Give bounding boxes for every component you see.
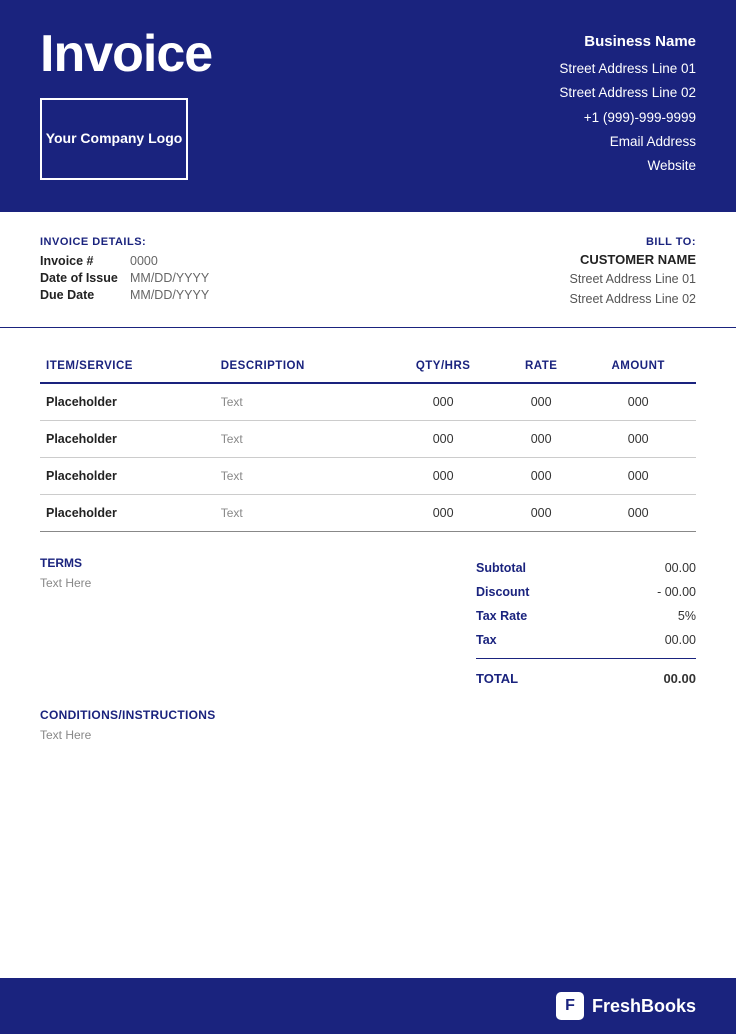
discount-value: - 00.00 (657, 585, 696, 599)
invoice-num-value: 0000 (130, 254, 158, 268)
invoice-details-label: INVOICE DETAILS: (40, 236, 209, 248)
row-amount: 000 (580, 383, 696, 421)
table-row: Placeholder Text 000 000 000 (40, 421, 696, 458)
tax-value: 00.00 (665, 633, 696, 647)
subtotal-row: Subtotal 00.00 (476, 556, 696, 580)
terms-block: TERMS Text Here (40, 556, 456, 590)
row-item: Placeholder (40, 458, 215, 495)
invoice-num-label: Invoice # (40, 254, 130, 268)
bill-address-line1: Street Address Line 01 (570, 269, 696, 289)
col-header-amount: AMOUNT (580, 352, 696, 383)
row-desc: Text (215, 495, 385, 532)
row-item: Placeholder (40, 421, 215, 458)
header-right: Business Name Street Address Line 01 Str… (559, 28, 696, 178)
bill-to-block: BILL TO: CUSTOMER NAME Street Address Li… (570, 236, 696, 309)
totals-block: Subtotal 00.00 Discount - 00.00 Tax Rate… (476, 556, 696, 688)
table-row: Placeholder Text 000 000 000 (40, 458, 696, 495)
address-line1: Street Address Line 01 (559, 57, 696, 81)
due-value: MM/DD/YYYY (130, 288, 209, 302)
row-qty: 000 (384, 421, 502, 458)
freshbooks-name: FreshBooks (592, 996, 696, 1017)
website: Website (559, 154, 696, 178)
total-final-row: TOTAL 00.00 (476, 665, 696, 688)
row-rate: 000 (502, 383, 580, 421)
business-name: Business Name (559, 28, 696, 55)
row-item: Placeholder (40, 383, 215, 421)
invoice-details-block: INVOICE DETAILS: Invoice # 0000 Date of … (40, 236, 209, 305)
tax-row: Tax 00.00 (476, 628, 696, 652)
freshbooks-icon: F (556, 992, 584, 1020)
row-desc: Text (215, 383, 385, 421)
taxrate-row: Tax Rate 5% (476, 604, 696, 628)
row-qty: 000 (384, 383, 502, 421)
subtotal-value: 00.00 (665, 561, 696, 575)
row-item: Placeholder (40, 495, 215, 532)
header-left: Invoice Your Company Logo (40, 28, 212, 180)
table-row: Placeholder Text 000 000 000 (40, 383, 696, 421)
due-date-row: Due Date MM/DD/YYYY (40, 288, 209, 302)
date-label: Date of Issue (40, 271, 130, 285)
address-line2: Street Address Line 02 (559, 81, 696, 105)
customer-name: CUSTOMER NAME (570, 252, 696, 267)
table-row: Placeholder Text 000 000 000 (40, 495, 696, 532)
subtotal-label: Subtotal (476, 561, 526, 575)
terms-label: TERMS (40, 556, 456, 570)
terms-text: Text Here (40, 576, 456, 590)
tax-label: Tax (476, 633, 497, 647)
col-header-desc: DESCRIPTION (215, 352, 385, 383)
col-header-item: ITEM/SERVICE (40, 352, 215, 383)
conditions-label: CONDITIONS/INSTRUCTIONS (40, 708, 696, 722)
taxrate-label: Tax Rate (476, 609, 527, 623)
row-rate: 000 (502, 421, 580, 458)
totals-divider (476, 658, 696, 659)
date-row: Date of Issue MM/DD/YYYY (40, 271, 209, 285)
conditions-section: CONDITIONS/INSTRUCTIONS Text Here (0, 688, 736, 742)
row-desc: Text (215, 421, 385, 458)
email: Email Address (559, 130, 696, 154)
invoice-page: Invoice Your Company Logo Business Name … (0, 0, 736, 1034)
taxrate-value: 5% (678, 609, 696, 623)
bill-address-line2: Street Address Line 02 (570, 289, 696, 309)
row-qty: 000 (384, 458, 502, 495)
row-rate: 000 (502, 458, 580, 495)
bottom-section: TERMS Text Here Subtotal 00.00 Discount … (0, 532, 736, 688)
row-amount: 000 (580, 495, 696, 532)
invoice-header: Invoice Your Company Logo Business Name … (0, 0, 736, 212)
date-value: MM/DD/YYYY (130, 271, 209, 285)
total-label: TOTAL (476, 671, 518, 686)
row-amount: 000 (580, 458, 696, 495)
row-amount: 000 (580, 421, 696, 458)
col-header-rate: RATE (502, 352, 580, 383)
due-label: Due Date (40, 288, 130, 302)
col-header-qty: QTY/HRS (384, 352, 502, 383)
discount-label: Discount (476, 585, 529, 599)
details-section: INVOICE DETAILS: Invoice # 0000 Date of … (0, 212, 736, 328)
row-qty: 000 (384, 495, 502, 532)
row-rate: 000 (502, 495, 580, 532)
invoice-footer: F FreshBooks (0, 978, 736, 1034)
freshbooks-logo: F FreshBooks (556, 992, 696, 1020)
total-value: 00.00 (663, 671, 696, 686)
invoice-title: Invoice (40, 28, 212, 80)
table-header-row: ITEM/SERVICE DESCRIPTION QTY/HRS RATE AM… (40, 352, 696, 383)
table-section: ITEM/SERVICE DESCRIPTION QTY/HRS RATE AM… (0, 328, 736, 532)
row-desc: Text (215, 458, 385, 495)
discount-row: Discount - 00.00 (476, 580, 696, 604)
phone: +1 (999)-999-9999 (559, 106, 696, 130)
conditions-text: Text Here (40, 728, 696, 742)
invoice-num-row: Invoice # 0000 (40, 254, 209, 268)
company-logo: Your Company Logo (40, 98, 188, 180)
items-table: ITEM/SERVICE DESCRIPTION QTY/HRS RATE AM… (40, 352, 696, 532)
bill-to-label: BILL TO: (570, 236, 696, 248)
